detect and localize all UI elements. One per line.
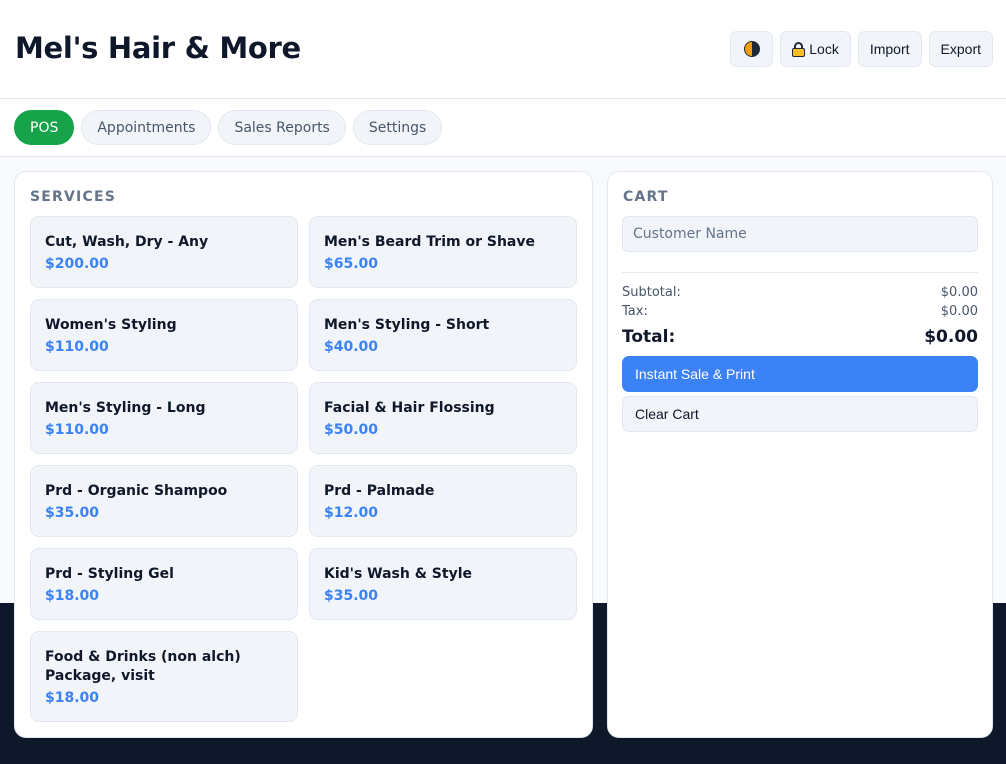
cart-panel: CART Subtotal: $0.00 Tax: $0.00 Total: $… — [607, 171, 993, 738]
service-card[interactable]: Kid's Wash & Style $35.00 — [309, 548, 577, 620]
subtotal-value: $0.00 — [940, 285, 978, 300]
tab-settings[interactable]: Settings — [352, 110, 443, 145]
service-card[interactable]: Prd - Palmade $12.00 — [309, 465, 577, 537]
service-price: $35.00 — [324, 588, 379, 604]
service-name: Prd - Organic Shampoo — [45, 483, 228, 499]
main-tabs: POS Appointments Sales Reports Settings — [14, 110, 443, 145]
service-price: $65.00 — [324, 256, 379, 272]
service-name: Prd - Palmade — [324, 483, 435, 499]
service-name: Kid's Wash & Style — [324, 566, 473, 582]
service-price: $200.00 — [45, 256, 109, 272]
services-panel: SERVICES Cut, Wash, Dry - Any $200.00 Me… — [14, 171, 593, 738]
service-price: $110.00 — [45, 422, 109, 438]
service-card[interactable]: Cut, Wash, Dry - Any $200.00 — [30, 216, 298, 288]
service-name: Prd - Styling Gel — [45, 566, 174, 582]
service-card[interactable]: Prd - Organic Shampoo $35.00 — [30, 465, 298, 537]
service-name: Cut, Wash, Dry - Any — [45, 234, 209, 250]
tax-row: Tax: $0.00 — [622, 304, 978, 319]
subtotal-row: Subtotal: $0.00 — [622, 285, 978, 300]
total-row: Total: $0.00 — [622, 327, 978, 347]
services-heading: SERVICES — [30, 189, 116, 205]
lock-icon — [792, 41, 806, 57]
service-card[interactable]: Men's Styling - Long $110.00 — [30, 382, 298, 454]
service-card[interactable]: Men's Beard Trim or Shave $65.00 — [309, 216, 577, 288]
service-price: $40.00 — [324, 339, 379, 355]
app-title: Mel's Hair & More — [15, 31, 301, 65]
cart-divider — [622, 272, 978, 273]
service-card[interactable]: Men's Styling - Short $40.00 — [309, 299, 577, 371]
tax-label: Tax: — [622, 304, 648, 319]
theme-toggle-button[interactable] — [730, 31, 774, 67]
service-name: Food & Drinks (non alch) Package, visit — [45, 649, 241, 684]
tax-value: $0.00 — [940, 304, 978, 319]
service-price: $50.00 — [324, 422, 379, 438]
service-card[interactable]: Women's Styling $110.00 — [30, 299, 298, 371]
lock-button[interactable]: Lock — [780, 31, 851, 67]
contrast-icon — [743, 41, 760, 57]
service-price: $110.00 — [45, 339, 109, 355]
total-label: Total: — [622, 327, 676, 347]
service-name: Facial & Hair Flossing — [324, 400, 495, 416]
service-price: $12.00 — [324, 505, 379, 521]
subtotal-label: Subtotal: — [622, 285, 681, 300]
service-price: $35.00 — [45, 505, 100, 521]
import-button[interactable]: Import — [857, 31, 922, 67]
lock-label: Lock — [809, 41, 839, 57]
service-card[interactable]: Food & Drinks (non alch) Package, visit … — [30, 631, 298, 722]
clear-cart-button[interactable]: Clear Cart — [622, 396, 978, 432]
service-name: Men's Styling - Long — [45, 400, 206, 416]
total-value: $0.00 — [924, 327, 978, 347]
tab-sales-reports[interactable]: Sales Reports — [218, 110, 346, 145]
service-card[interactable]: Facial & Hair Flossing $50.00 — [309, 382, 577, 454]
cart-heading: CART — [623, 189, 669, 205]
service-price: $18.00 — [45, 690, 100, 706]
tabs-bar: POS Appointments Sales Reports Settings — [0, 99, 1006, 157]
tab-appointments[interactable]: Appointments — [81, 110, 212, 145]
instant-sale-print-button[interactable]: Instant Sale & Print — [622, 356, 978, 392]
service-price: $18.00 — [45, 588, 100, 604]
service-name: Men's Beard Trim or Shave — [324, 234, 535, 250]
app-header: Mel's Hair & More Lock Import Export — [0, 0, 1006, 99]
service-card[interactable]: Prd - Styling Gel $18.00 — [30, 548, 298, 620]
service-name: Women's Styling — [45, 317, 177, 333]
customer-name-input[interactable] — [622, 216, 978, 252]
header-actions: Lock Import Export — [730, 31, 993, 67]
export-button[interactable]: Export — [928, 31, 993, 67]
service-name: Men's Styling - Short — [324, 317, 490, 333]
tab-pos[interactable]: POS — [14, 110, 75, 145]
